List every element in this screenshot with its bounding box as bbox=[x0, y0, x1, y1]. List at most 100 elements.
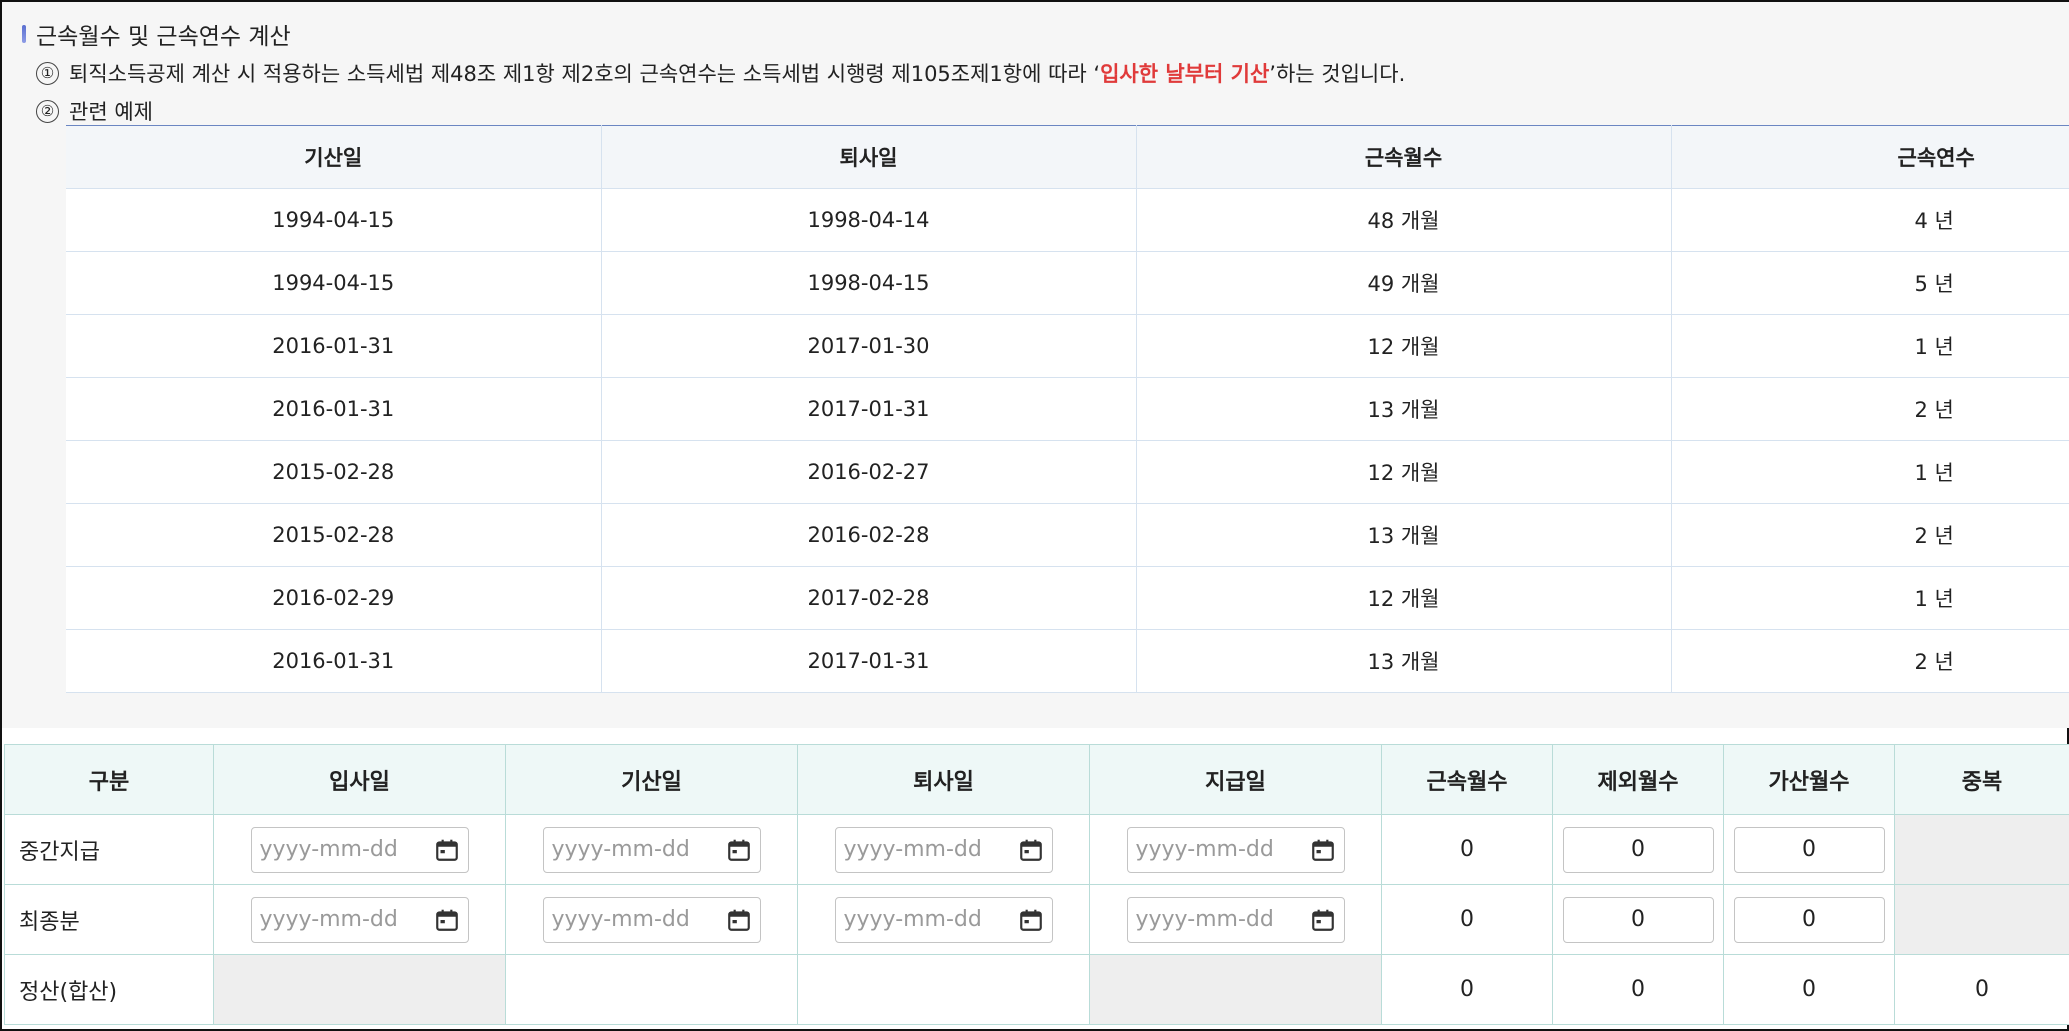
calendar-icon[interactable] bbox=[1018, 907, 1044, 933]
added-months-input[interactable]: 0 bbox=[1733, 826, 1885, 873]
example-cell: 2017-01-31 bbox=[601, 377, 1137, 441]
excluded-months-input[interactable]: 0 bbox=[1562, 896, 1714, 943]
note-1-text-end: ’하는 것입니다. bbox=[1269, 62, 1406, 86]
row-label: 중간지급 bbox=[4, 814, 214, 885]
excluded-months-cell: 0 bbox=[1552, 884, 1724, 955]
example-row: 2016-01-31 2017-01-31 13 개월 2 년 bbox=[66, 629, 2069, 693]
duplicate-cell-disabled bbox=[1894, 884, 2069, 955]
calc-row-settlement: 정산(합산) 0 0 0 0 bbox=[4, 954, 2069, 1025]
added-months-input[interactable]: 0 bbox=[1733, 896, 1885, 943]
example-cell: 5 년 bbox=[1671, 251, 2069, 315]
retire-date-cell: yyyy-mm-dd bbox=[797, 884, 1090, 955]
calendar-icon[interactable] bbox=[1310, 837, 1336, 863]
example-cell: 12 개월 bbox=[1136, 314, 1672, 378]
date-placeholder: yyyy-mm-dd bbox=[551, 837, 690, 862]
example-cell: 2017-01-31 bbox=[601, 629, 1137, 693]
row-label: 정산(합산) bbox=[4, 954, 214, 1025]
example-row: 2016-01-31 2017-01-30 12 개월 1 년 bbox=[66, 314, 2069, 378]
example-cell: 1 년 bbox=[1671, 314, 2069, 378]
duplicate-cell-disabled bbox=[1894, 814, 2069, 885]
example-cell: 2017-01-30 bbox=[601, 314, 1137, 378]
example-row: 2016-01-31 2017-01-31 13 개월 2 년 bbox=[66, 377, 2069, 441]
example-cell: 1998-04-14 bbox=[601, 188, 1137, 252]
calc-row-interim: 중간지급 yyyy-mm-dd yyyy-mm-dd yyyy-mm-dd yy… bbox=[4, 814, 2069, 885]
col-header: 근속연수 bbox=[1671, 125, 2069, 189]
row-label: 최종분 bbox=[4, 884, 214, 955]
calculation-table: 구분 입사일 기산일 퇴사일 지급일 근속월수 제외월수 가산월수 중복 중간지… bbox=[4, 744, 2069, 1025]
circled-two-marker: ② bbox=[36, 99, 59, 123]
example-cell: 13 개월 bbox=[1136, 629, 1672, 693]
start-date-cell: yyyy-mm-dd bbox=[505, 814, 798, 885]
hire-date-cell-disabled bbox=[213, 954, 506, 1025]
example-cell: 12 개월 bbox=[1136, 566, 1672, 630]
pay-date-cell: yyyy-mm-dd bbox=[1089, 814, 1382, 885]
example-cell: 1 년 bbox=[1671, 440, 2069, 504]
date-placeholder: yyyy-mm-dd bbox=[1135, 907, 1274, 932]
col-header-retire-date: 퇴사일 bbox=[797, 744, 1090, 815]
retire-date-cell-empty bbox=[797, 954, 1090, 1025]
hire-date-input[interactable]: yyyy-mm-dd bbox=[250, 896, 469, 943]
example-cell: 4 년 bbox=[1671, 188, 2069, 252]
added-months-total: 0 bbox=[1723, 954, 1895, 1025]
col-header-category: 구분 bbox=[4, 744, 214, 815]
excluded-months-input[interactable]: 0 bbox=[1562, 826, 1714, 873]
example-cell: 2016-02-27 bbox=[601, 440, 1137, 504]
hire-date-cell: yyyy-mm-dd bbox=[213, 884, 506, 955]
example-cell: 49 개월 bbox=[1136, 251, 1672, 315]
col-header-pay-date: 지급일 bbox=[1089, 744, 1382, 815]
example-cell: 2017-02-28 bbox=[601, 566, 1137, 630]
example-cell: 2016-02-29 bbox=[66, 566, 602, 630]
note-1-text: 퇴직소득공제 계산 시 적용하는 소득세법 제48조 제1항 제2호의 근속연수… bbox=[69, 62, 1101, 86]
retire-date-cell: yyyy-mm-dd bbox=[797, 814, 1090, 885]
excluded-months-cell: 0 bbox=[1552, 814, 1724, 885]
example-cell: 1998-04-15 bbox=[601, 251, 1137, 315]
calc-table-header: 구분 입사일 기산일 퇴사일 지급일 근속월수 제외월수 가산월수 중복 bbox=[4, 744, 2069, 815]
example-cell: 2 년 bbox=[1671, 377, 2069, 441]
calendar-icon[interactable] bbox=[726, 907, 752, 933]
start-date-input[interactable]: yyyy-mm-dd bbox=[542, 826, 761, 873]
section-header: 근속월수 및 근속연수 계산 bbox=[22, 16, 291, 52]
col-header: 근속월수 bbox=[1136, 125, 1672, 189]
retire-date-input[interactable]: yyyy-mm-dd bbox=[834, 826, 1053, 873]
example-row: 2015-02-28 2016-02-27 12 개월 1 년 bbox=[66, 440, 2069, 504]
example-cell: 2 년 bbox=[1671, 629, 2069, 693]
col-header-hire-date: 입사일 bbox=[213, 744, 506, 815]
hire-date-input[interactable]: yyyy-mm-dd bbox=[250, 826, 469, 873]
example-cell: 2 년 bbox=[1671, 503, 2069, 567]
excluded-months-total: 0 bbox=[1552, 954, 1724, 1025]
date-placeholder: yyyy-mm-dd bbox=[551, 907, 690, 932]
start-date-cell-empty bbox=[505, 954, 798, 1025]
date-placeholder: yyyy-mm-dd bbox=[843, 837, 982, 862]
calendar-icon[interactable] bbox=[434, 837, 460, 863]
pay-date-cell-disabled bbox=[1089, 954, 1382, 1025]
note-1: ① 퇴직소득공제 계산 시 적용하는 소득세법 제48조 제1항 제2호의 근속… bbox=[36, 57, 1405, 89]
calendar-icon[interactable] bbox=[1310, 907, 1336, 933]
added-months-cell: 0 bbox=[1723, 814, 1895, 885]
example-cell: 1994-04-15 bbox=[66, 251, 602, 315]
col-header-service-months: 근속월수 bbox=[1381, 744, 1553, 815]
calc-row-final: 최종분 yyyy-mm-dd yyyy-mm-dd yyyy-mm-dd yyy… bbox=[4, 884, 2069, 955]
calendar-icon[interactable] bbox=[434, 907, 460, 933]
example-cell: 12 개월 bbox=[1136, 440, 1672, 504]
pay-date-cell: yyyy-mm-dd bbox=[1089, 884, 1382, 955]
col-header: 퇴사일 bbox=[601, 125, 1137, 189]
col-header: 기산일 bbox=[66, 125, 602, 189]
pay-date-input[interactable]: yyyy-mm-dd bbox=[1126, 826, 1345, 873]
example-cell: 2016-02-28 bbox=[601, 503, 1137, 567]
date-placeholder: yyyy-mm-dd bbox=[259, 907, 398, 932]
example-cell: 2015-02-28 bbox=[66, 503, 602, 567]
hire-date-cell: yyyy-mm-dd bbox=[213, 814, 506, 885]
start-date-input[interactable]: yyyy-mm-dd bbox=[542, 896, 761, 943]
pay-date-input[interactable]: yyyy-mm-dd bbox=[1126, 896, 1345, 943]
example-cell: 13 개월 bbox=[1136, 377, 1672, 441]
col-header-excluded-months: 제외월수 bbox=[1552, 744, 1724, 815]
calendar-icon[interactable] bbox=[726, 837, 752, 863]
date-placeholder: yyyy-mm-dd bbox=[259, 837, 398, 862]
example-row: 2016-02-29 2017-02-28 12 개월 1 년 bbox=[66, 566, 2069, 630]
retire-date-input[interactable]: yyyy-mm-dd bbox=[834, 896, 1053, 943]
start-date-cell: yyyy-mm-dd bbox=[505, 884, 798, 955]
calendar-icon[interactable] bbox=[1018, 837, 1044, 863]
note-1-highlight: 입사한 날부터 기산 bbox=[1100, 62, 1270, 86]
example-cell: 2016-01-31 bbox=[66, 314, 602, 378]
added-months-cell: 0 bbox=[1723, 884, 1895, 955]
